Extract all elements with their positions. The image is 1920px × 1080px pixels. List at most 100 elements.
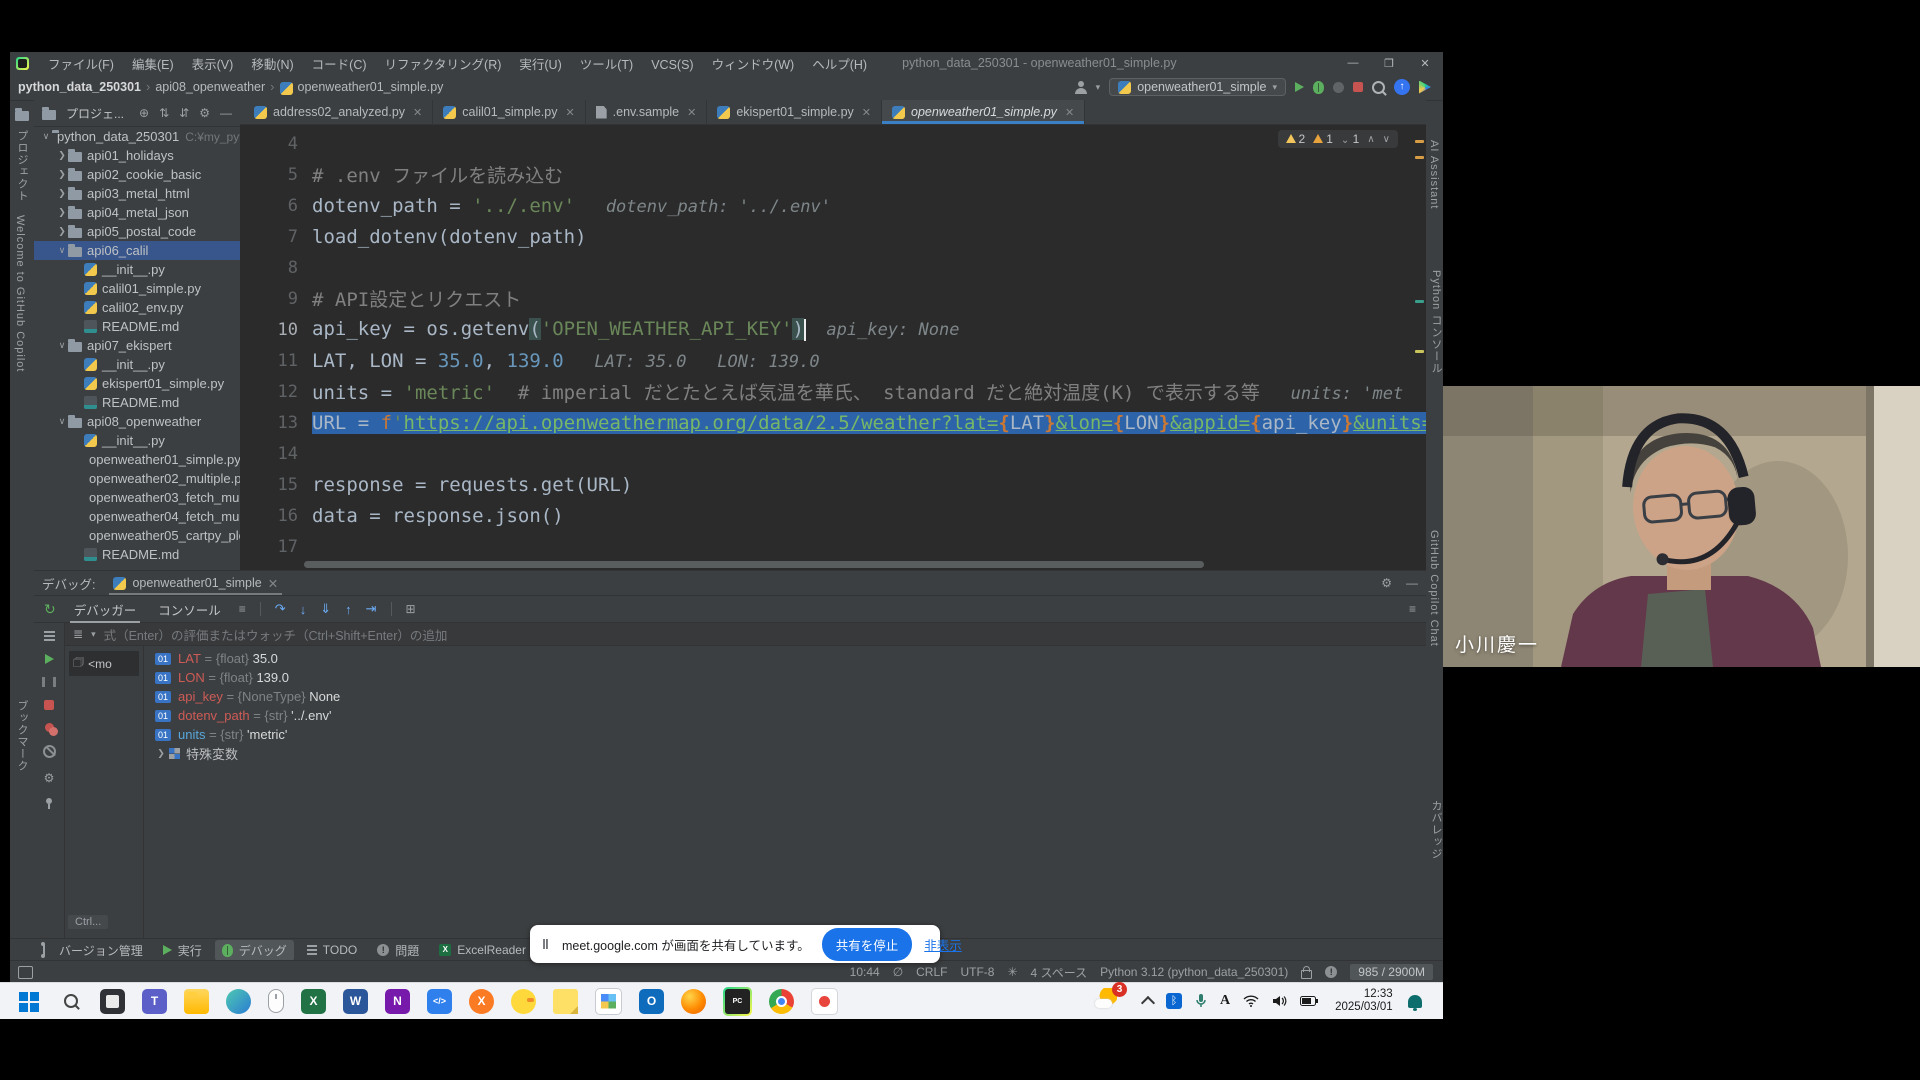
tab-close-icon[interactable]: ✕ [1065, 106, 1074, 119]
run-config-selector[interactable]: openweather01_simple ▾ [1109, 78, 1286, 96]
outlook-icon[interactable]: O [639, 989, 664, 1014]
vscode-icon[interactable]: </> [427, 989, 452, 1014]
code-line-5[interactable]: 5# .env ファイルを読み込む [240, 159, 1426, 190]
code-line-10[interactable]: 10api_key = os.getenv('OPEN_WEATHER_API_… [240, 314, 1426, 345]
tab-console[interactable]: コンソール [154, 598, 225, 621]
tree-item-openweather04-fetch-multi[interactable]: openweather04_fetch_multi [34, 507, 240, 526]
stripe-item-coverage[interactable]: カバレッジ [1428, 800, 1444, 860]
stripe-item-bookmarks[interactable]: ブックマーク [14, 700, 30, 772]
collapse-all-icon[interactable]: ⇵ [179, 106, 189, 120]
debug-button[interactable] [1313, 81, 1324, 94]
code-line-4[interactable]: 4 [240, 128, 1426, 159]
code-line-9[interactable]: 9# API設定とリクエスト [240, 283, 1426, 314]
excel-icon[interactable]: X [301, 989, 326, 1014]
menu-item[interactable]: 移動(N) [242, 58, 302, 72]
locate-file-icon[interactable]: ⊕ [139, 106, 149, 120]
grid-app-icon[interactable] [595, 988, 622, 1015]
menu-item[interactable]: ツール(T) [571, 58, 642, 72]
profile-icon[interactable] [1075, 88, 1087, 94]
memory-indicator[interactable]: 985 / 2900M [1350, 964, 1433, 980]
task-view-icon[interactable] [100, 989, 125, 1014]
close-icon[interactable]: ✕ [268, 576, 278, 591]
stop-icon[interactable] [44, 700, 54, 710]
pause-icon[interactable] [42, 677, 56, 687]
variable-dotenv_path[interactable]: 01dotenv_path = {str} '../.env' [155, 706, 1426, 725]
menu-item[interactable]: ヘルプ(H) [803, 58, 876, 72]
menu-item[interactable]: コード(C) [303, 58, 376, 72]
window-status-icon[interactable] [18, 966, 33, 979]
code-line-7[interactable]: 7load_dotenv(dotenv_path) [240, 221, 1426, 252]
stop-sharing-button[interactable]: 共有を停止 [822, 928, 913, 961]
settings-sliders-icon[interactable] [44, 631, 55, 641]
red-white-app-icon[interactable] [811, 988, 838, 1015]
tree-item-calil01-simple-py[interactable]: calil01_simple.py [34, 279, 240, 298]
project-stripe-icon[interactable] [15, 111, 29, 121]
pycharm-icon[interactable]: PC [723, 987, 752, 1016]
expand-icon[interactable]: ❯ [155, 748, 167, 759]
code-line-8[interactable]: 8 [240, 252, 1426, 283]
stripe-item-copilot-chat[interactable]: GitHub Copilot Chat [1428, 530, 1440, 647]
bluetooth-icon[interactable]: ᛒ [1166, 993, 1182, 1009]
editor-tab-openweather01-simple-py[interactable]: openweather01_simple.py✕ [882, 100, 1085, 124]
file-encoding[interactable]: UTF-8 [960, 965, 994, 979]
gear-icon[interactable]: ⚙ [199, 106, 210, 120]
run-to-cursor-icon[interactable]: ⇥ [366, 601, 377, 617]
tab-close-icon[interactable]: ✕ [687, 106, 696, 119]
tree-item-api05-postal-code[interactable]: ❯api05_postal_code [34, 222, 240, 241]
tree-toggle-icon[interactable]: ❯ [56, 207, 68, 218]
tree-toggle-icon[interactable]: ∨ [56, 340, 68, 351]
step-out-icon[interactable]: ↑ [345, 602, 352, 617]
search-icon[interactable] [58, 989, 83, 1014]
tree-item-readme-md[interactable]: README.md [34, 317, 240, 336]
hide-panel-icon[interactable]: — [220, 106, 232, 120]
battery-icon[interactable] [1300, 996, 1318, 1006]
stripe-item-ai-assistant[interactable]: AI Assistant [1428, 140, 1440, 209]
code-line-14[interactable]: 14 [240, 438, 1426, 469]
mouse-settings-icon[interactable] [268, 989, 284, 1013]
breadcrumb-item[interactable]: api08_openweather [155, 80, 265, 94]
menu-item[interactable]: ウィンドウ(W) [703, 58, 804, 72]
tool-window-button-デバッグ[interactable]: デバッグ [215, 940, 294, 961]
lock-icon[interactable] [1301, 970, 1312, 979]
tree-item-api06-calil[interactable]: ∨api06_calil [34, 241, 240, 260]
tree-toggle-icon[interactable]: ∨ [56, 416, 68, 427]
hide-banner-link[interactable]: 非表示 [924, 935, 962, 954]
layout-settings-icon[interactable]: ≡ [1409, 602, 1416, 616]
step-over-icon[interactable]: ↷ [275, 601, 286, 617]
editor-tab-address02-analyzed-py[interactable]: address02_analyzed.py✕ [244, 100, 433, 124]
expand-all-icon[interactable]: ⇅ [159, 106, 169, 120]
tree-item-api03-metal-html[interactable]: ❯api03_metal_html [34, 184, 240, 203]
tree-toggle-icon[interactable]: ❯ [56, 150, 68, 161]
rerun-icon[interactable]: ↻ [44, 601, 56, 618]
xampp-icon[interactable]: X [469, 989, 494, 1014]
tree-item-api01-holidays[interactable]: ❯api01_holidays [34, 146, 240, 165]
special-variables-group[interactable]: ❯特殊変数 [155, 744, 1426, 763]
indent-setting[interactable]: 4 スペース [1031, 964, 1088, 981]
close-button[interactable]: ✕ [1407, 52, 1443, 74]
tree-item-readme-md[interactable]: README.md [34, 545, 240, 564]
editor-tab-calil01-simple-py[interactable]: calil01_simple.py✕ [433, 100, 585, 124]
tab-close-icon[interactable]: ✕ [565, 106, 574, 119]
tree-item--init-py[interactable]: __init__.py [34, 260, 240, 279]
stop-button[interactable] [1353, 82, 1363, 92]
interpreter[interactable]: Python 3.12 (python_data_250301) [1100, 965, 1288, 979]
tree-item-calil02-env-py[interactable]: calil02_env.py [34, 298, 240, 317]
variable-units[interactable]: 01units = {str} 'metric' [155, 725, 1426, 744]
horizontal-scrollbar[interactable] [304, 561, 1204, 568]
plugin-play-icon[interactable] [1419, 81, 1431, 94]
tree-item-openweather02-multiple-py[interactable]: openweather02_multiple.py [34, 469, 240, 488]
status-timer[interactable]: 10:44 [850, 965, 880, 979]
force-step-into-icon[interactable]: ⇓ [320, 601, 331, 617]
line-ending[interactable]: CRLF [916, 965, 947, 979]
code-line-13[interactable]: 13URL = f'https://api.openweathermap.org… [240, 407, 1426, 438]
tree-toggle-icon[interactable]: ∨ [40, 131, 52, 142]
tree-item-python-data-250301[interactable]: ∨python_data_250301C:¥my_pytho [34, 127, 240, 146]
coverage-button[interactable] [1333, 82, 1344, 93]
breadcrumb-item[interactable]: python_data_250301 [18, 80, 141, 94]
edge-icon[interactable] [226, 989, 251, 1014]
update-project-icon[interactable]: ↑ [1394, 79, 1410, 95]
firefox-icon[interactable] [681, 989, 706, 1014]
tab-debugger[interactable]: デバッガー [70, 598, 141, 621]
variable-LAT[interactable]: 01LAT = {float} 35.0 [155, 649, 1426, 668]
chrome-icon[interactable] [769, 989, 794, 1014]
